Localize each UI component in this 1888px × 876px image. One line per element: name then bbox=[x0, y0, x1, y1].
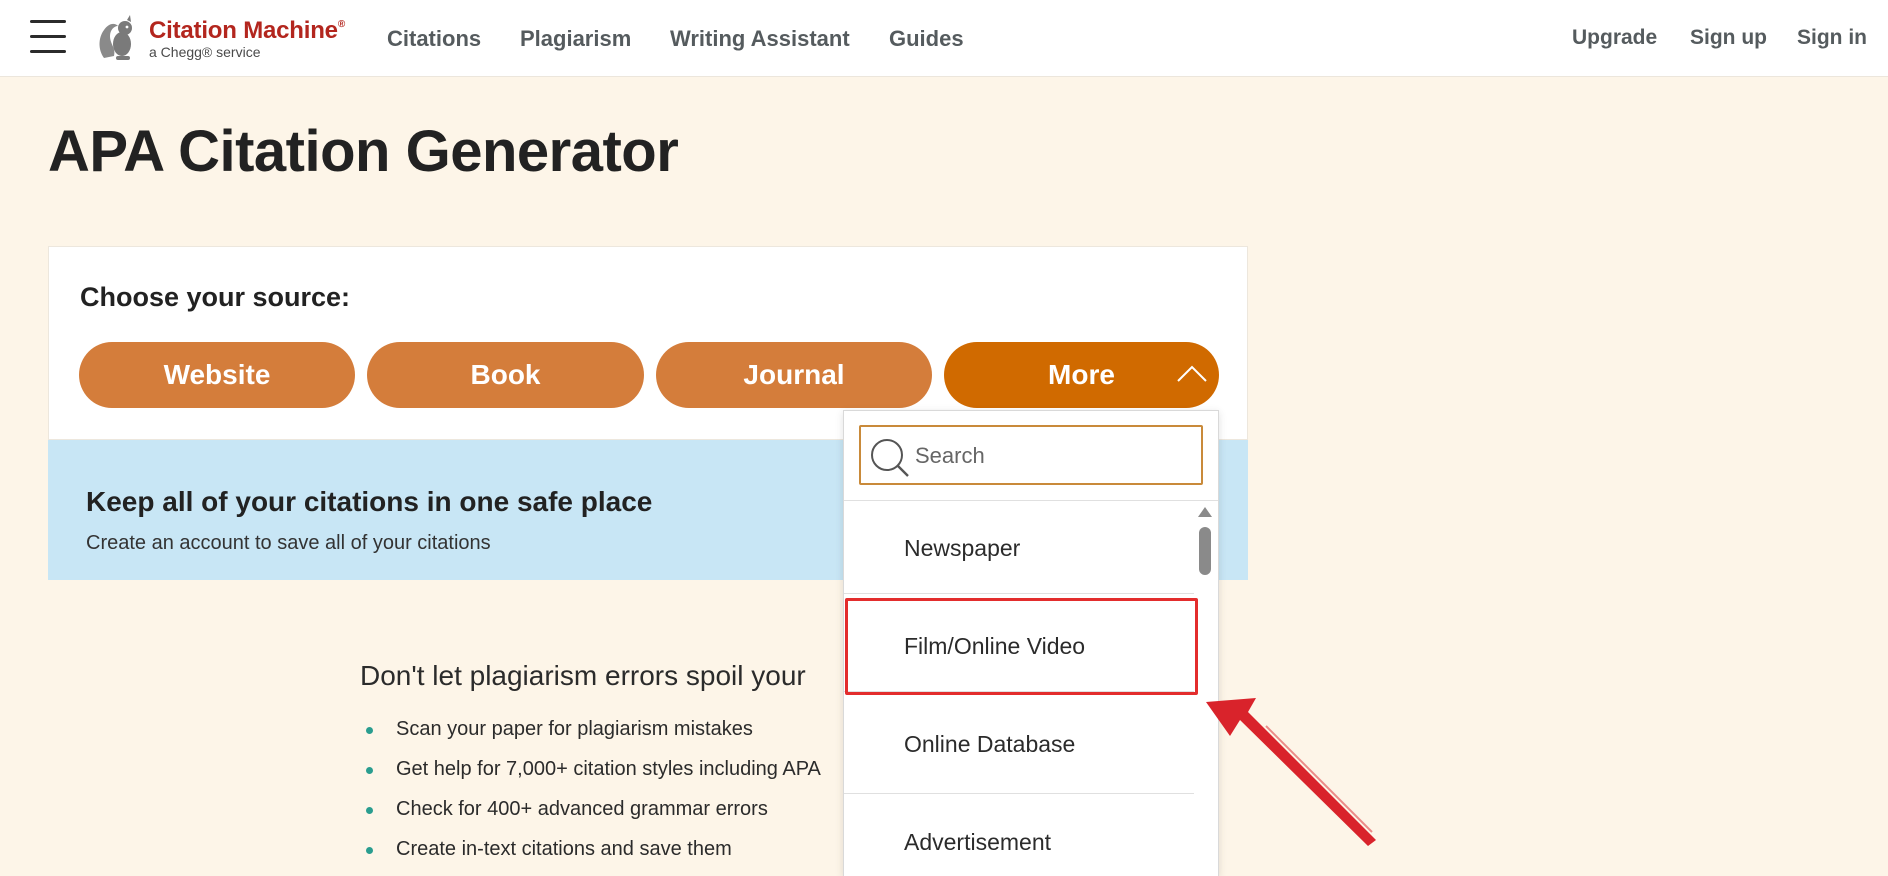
dropdown-item-online-database[interactable]: Online Database bbox=[904, 731, 1075, 758]
nav-guides[interactable]: Guides bbox=[889, 26, 964, 52]
promo-title: Don't let plagiarism errors spoil your bbox=[360, 660, 806, 691]
more-button[interactable]: More bbox=[944, 342, 1219, 408]
page-title: APA Citation Generator bbox=[48, 119, 679, 184]
upgrade-link[interactable]: Upgrade bbox=[1572, 26, 1657, 50]
citation-machine-logo[interactable]: Citation Machine® a Chegg® service bbox=[94, 14, 364, 62]
banner-subtitle: Create an account to save all of your ci… bbox=[86, 532, 491, 554]
sign-in-link[interactable]: Sign in bbox=[1797, 26, 1867, 50]
dropdown-divider bbox=[844, 500, 1218, 501]
book-button[interactable]: Book bbox=[367, 342, 644, 408]
top-header: Citation Machine® a Chegg® service Citat… bbox=[0, 0, 1888, 77]
nav-writing-assistant[interactable]: Writing Assistant bbox=[670, 26, 850, 52]
scroll-up-arrow-icon[interactable] bbox=[1198, 507, 1212, 517]
promo-list-item: Scan your paper for plagiarism mistakes bbox=[366, 718, 821, 758]
red-arrow-annotation-icon bbox=[1206, 698, 1376, 846]
choose-source-label: Choose your source: bbox=[80, 282, 351, 312]
sign-up-link[interactable]: Sign up bbox=[1690, 26, 1767, 50]
journal-button[interactable]: Journal bbox=[656, 342, 932, 408]
dropdown-divider bbox=[844, 793, 1194, 794]
dropdown-search-box bbox=[859, 425, 1203, 485]
dropdown-item-advertisement[interactable]: Advertisement bbox=[904, 829, 1051, 856]
promo-list-item: Create in-text citations and save them bbox=[366, 838, 821, 876]
more-button-label: More bbox=[1048, 359, 1115, 390]
banner-title: Keep all of your citations in one safe p… bbox=[86, 486, 653, 517]
promo-list-item: Get help for 7,000+ citation styles incl… bbox=[366, 758, 821, 798]
chevron-up-icon bbox=[1177, 365, 1207, 382]
nav-citations[interactable]: Citations bbox=[387, 26, 481, 52]
hamburger-menu-icon[interactable] bbox=[30, 20, 66, 54]
dropdown-scrollbar-thumb[interactable] bbox=[1199, 527, 1211, 575]
nav-plagiarism[interactable]: Plagiarism bbox=[520, 26, 631, 52]
dropdown-item-newspaper[interactable]: Newspaper bbox=[904, 535, 1020, 562]
dropdown-divider bbox=[844, 593, 1194, 594]
logo-name: Citation Machine® bbox=[149, 17, 345, 44]
highlight-annotation-box bbox=[845, 598, 1198, 695]
search-icon bbox=[871, 439, 909, 477]
logo-subtitle: a Chegg® service bbox=[149, 44, 261, 60]
source-search-input[interactable] bbox=[915, 437, 1195, 475]
promo-list: Scan your paper for plagiarism mistakes … bbox=[366, 718, 821, 876]
squirrel-logo-icon bbox=[99, 15, 132, 60]
promo-list-item: Check for 400+ advanced grammar errors bbox=[366, 798, 821, 838]
website-button[interactable]: Website bbox=[79, 342, 355, 408]
